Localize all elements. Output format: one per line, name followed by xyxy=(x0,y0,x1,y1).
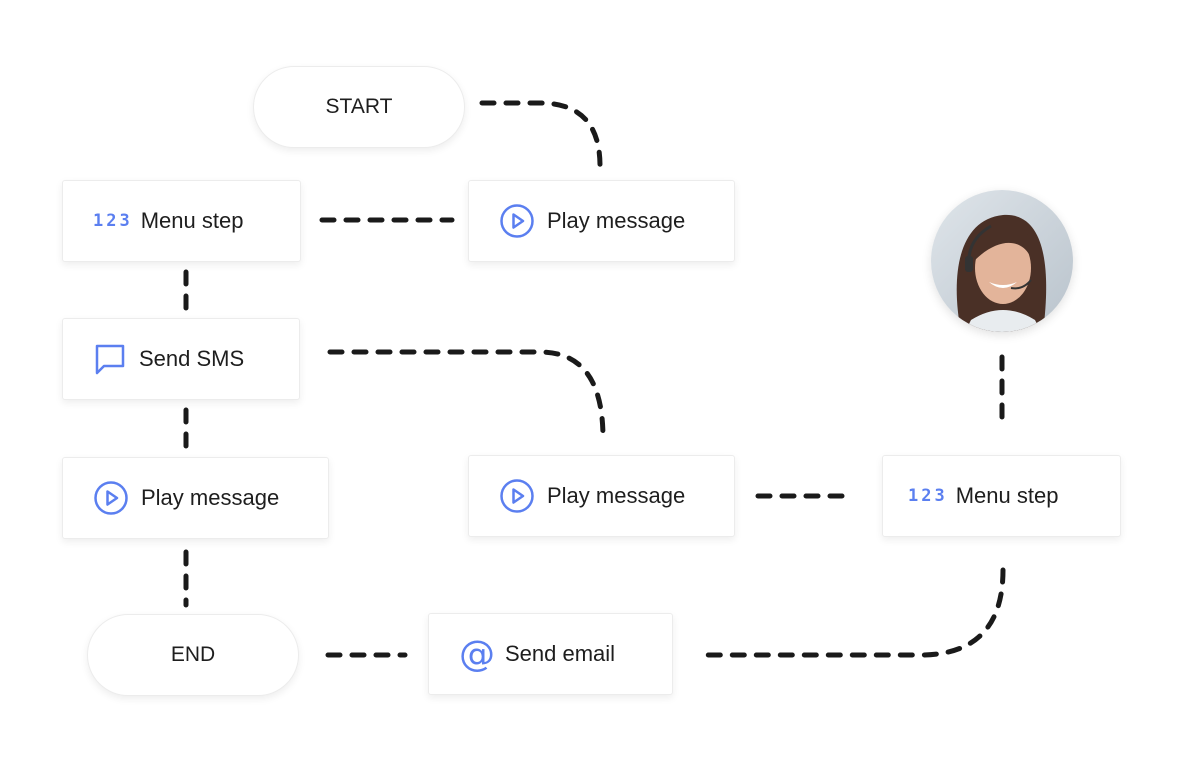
play-circle-icon xyxy=(499,203,535,239)
chat-bubble-icon xyxy=(93,342,127,376)
send-sms-label: Send SMS xyxy=(139,346,245,371)
menu-step-label: Menu step xyxy=(140,208,244,233)
send-sms-node[interactable]: Send SMS xyxy=(62,318,300,400)
connector-sms-to-play-mid xyxy=(327,349,606,441)
digits-123-icon: 123 xyxy=(93,211,133,231)
at-sign-icon: @ xyxy=(459,633,495,675)
play-circle-icon xyxy=(499,478,535,514)
end-node[interactable]: END xyxy=(87,614,299,696)
start-node[interactable]: START xyxy=(253,66,465,148)
menu-step-node[interactable]: 123 Menu step xyxy=(62,180,301,262)
send-email-node[interactable]: @ Send email xyxy=(428,613,673,695)
end-label: END xyxy=(170,643,216,666)
menu-step-node[interactable]: 123 Menu step xyxy=(882,455,1121,537)
call-flow-diagram: START 123 Menu step Play message Send SM… xyxy=(0,0,1184,762)
connector-menu-to-email xyxy=(703,567,1006,658)
agent-portrait-icon xyxy=(956,214,1047,332)
play-message-node[interactable]: Play message xyxy=(468,455,735,537)
start-label: START xyxy=(325,95,393,118)
send-email-label: Send email xyxy=(505,641,616,666)
play-message-label: Play message xyxy=(141,485,280,510)
menu-step-label: Menu step xyxy=(955,483,1059,508)
play-message-label: Play message xyxy=(547,483,686,508)
play-message-node[interactable]: Play message xyxy=(62,457,329,539)
digits-123-icon: 123 xyxy=(908,486,948,506)
play-message-label: Play message xyxy=(547,208,686,233)
play-circle-icon xyxy=(93,480,129,516)
play-message-node[interactable]: Play message xyxy=(468,180,735,262)
agent-avatar xyxy=(931,190,1073,332)
connector-start-to-play xyxy=(479,100,603,169)
